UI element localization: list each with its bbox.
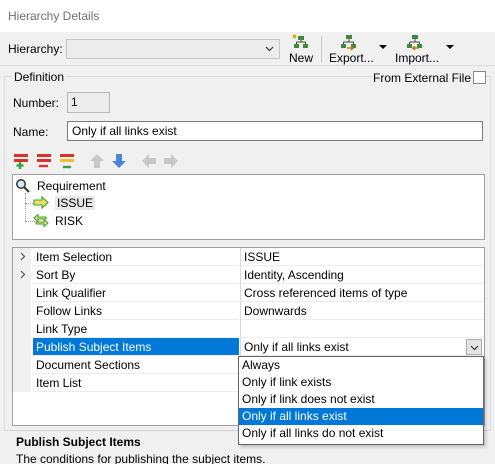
move-down-icon[interactable] xyxy=(110,152,128,170)
hierarchy-tree: Requirement ISSUE RISK xyxy=(12,174,485,240)
tree-node-label: RISK xyxy=(55,214,84,228)
chevron-down-icon xyxy=(379,45,387,49)
property-row[interactable]: Link Type xyxy=(13,320,484,338)
search-icon xyxy=(16,179,30,193)
value-dropdown-list[interactable]: Always Only if link exists Only if link … xyxy=(238,356,484,445)
property-value[interactable]: ISSUE xyxy=(240,248,484,266)
name-field[interactable]: Only if all links exist xyxy=(67,121,483,141)
row-gutter xyxy=(13,302,31,320)
property-row[interactable]: Follow Links Downwards xyxy=(13,302,484,320)
name-label: Name: xyxy=(13,125,49,139)
row-gutter xyxy=(13,248,31,266)
chevron-down-icon xyxy=(446,45,454,49)
property-name: Publish Subject Items xyxy=(33,338,239,356)
property-value-editor[interactable]: Only if all links exist xyxy=(240,338,484,356)
property-name: Document Sections xyxy=(33,356,239,374)
chevron-down-icon xyxy=(470,345,479,351)
dropdown-option[interactable]: Only if link exists xyxy=(239,374,483,391)
row-gutter xyxy=(13,338,31,356)
toolbar-separator xyxy=(321,36,322,62)
link-arrow-icon xyxy=(33,195,49,210)
external-file-checkbox[interactable] xyxy=(473,71,486,84)
move-up-icon[interactable] xyxy=(88,152,106,170)
description-title: Publish Subject Items xyxy=(16,435,141,449)
tree-line xyxy=(25,193,26,221)
property-name: Follow Links xyxy=(33,302,239,320)
row-gutter xyxy=(13,320,31,338)
property-row[interactable]: Item Selection ISSUE xyxy=(13,248,484,266)
dropdown-option[interactable]: Always xyxy=(239,357,483,374)
export-icon xyxy=(341,35,356,51)
property-value[interactable]: Downwards xyxy=(240,302,484,320)
row-gutter xyxy=(13,284,31,302)
external-file-label: From External File xyxy=(373,71,474,85)
hierarchy-label: Hierarchy: xyxy=(8,42,63,56)
property-value[interactable] xyxy=(240,320,484,338)
import-label: Import... xyxy=(395,51,440,65)
new-label: New xyxy=(289,51,314,65)
tree-node-label: ISSUE xyxy=(55,196,96,210)
import-icon xyxy=(407,35,422,51)
property-name: Link Qualifier xyxy=(33,284,239,302)
hierarchy-combo[interactable] xyxy=(66,39,280,59)
description-text: The conditions for publishing the subjec… xyxy=(16,452,266,464)
row-gutter xyxy=(13,356,31,374)
expand-arrow-icon[interactable] xyxy=(18,270,27,279)
row-gutter xyxy=(13,374,31,392)
new-hierarchy-icon xyxy=(292,34,308,48)
property-value: Only if all links exist xyxy=(244,340,349,354)
value-dropdown-button[interactable] xyxy=(466,339,482,355)
dropdown-option[interactable]: Only if all links do not exist xyxy=(239,425,483,442)
expand-arrow-icon[interactable] xyxy=(18,252,27,261)
dropdown-option-highlighted[interactable]: Only if all links exist xyxy=(239,408,483,425)
toolbar: Hierarchy: New Export... Import... xyxy=(0,32,495,66)
export-button[interactable]: Export... xyxy=(327,34,389,65)
property-name: Item Selection xyxy=(33,248,239,266)
move-left-icon[interactable] xyxy=(140,152,158,170)
new-button[interactable]: New xyxy=(287,34,315,65)
export-label: Export... xyxy=(329,51,374,65)
definition-title: Definition xyxy=(12,70,67,84)
property-row[interactable]: Link Qualifier Cross referenced items of… xyxy=(13,284,484,302)
property-row-selected[interactable]: Publish Subject Items Only if all links … xyxy=(13,338,484,356)
property-value[interactable]: Cross referenced items of type xyxy=(240,284,484,302)
window-title: Hierarchy Details xyxy=(8,9,100,23)
number-label: Number: xyxy=(13,96,60,110)
remove-level-icon[interactable] xyxy=(35,152,53,170)
dropdown-option[interactable]: Only if link does not exist xyxy=(239,391,483,408)
link-bidirectional-icon xyxy=(33,213,49,228)
property-value[interactable]: Identity, Ascending xyxy=(240,266,484,284)
title-bar: Hierarchy Details xyxy=(0,0,495,32)
row-gutter xyxy=(13,266,31,284)
edit-level-icon[interactable] xyxy=(58,152,76,170)
add-level-icon[interactable] xyxy=(12,152,30,170)
property-name: Item List xyxy=(33,374,239,392)
tree-node-label: Requirement xyxy=(37,179,106,193)
move-right-icon[interactable] xyxy=(162,152,180,170)
number-field[interactable]: 1 xyxy=(67,92,110,113)
import-button[interactable]: Import... xyxy=(393,34,457,65)
property-row[interactable]: Sort By Identity, Ascending xyxy=(13,266,484,284)
property-name: Link Type xyxy=(33,320,239,338)
chevron-down-icon xyxy=(265,46,274,52)
property-name: Sort By xyxy=(33,266,239,284)
